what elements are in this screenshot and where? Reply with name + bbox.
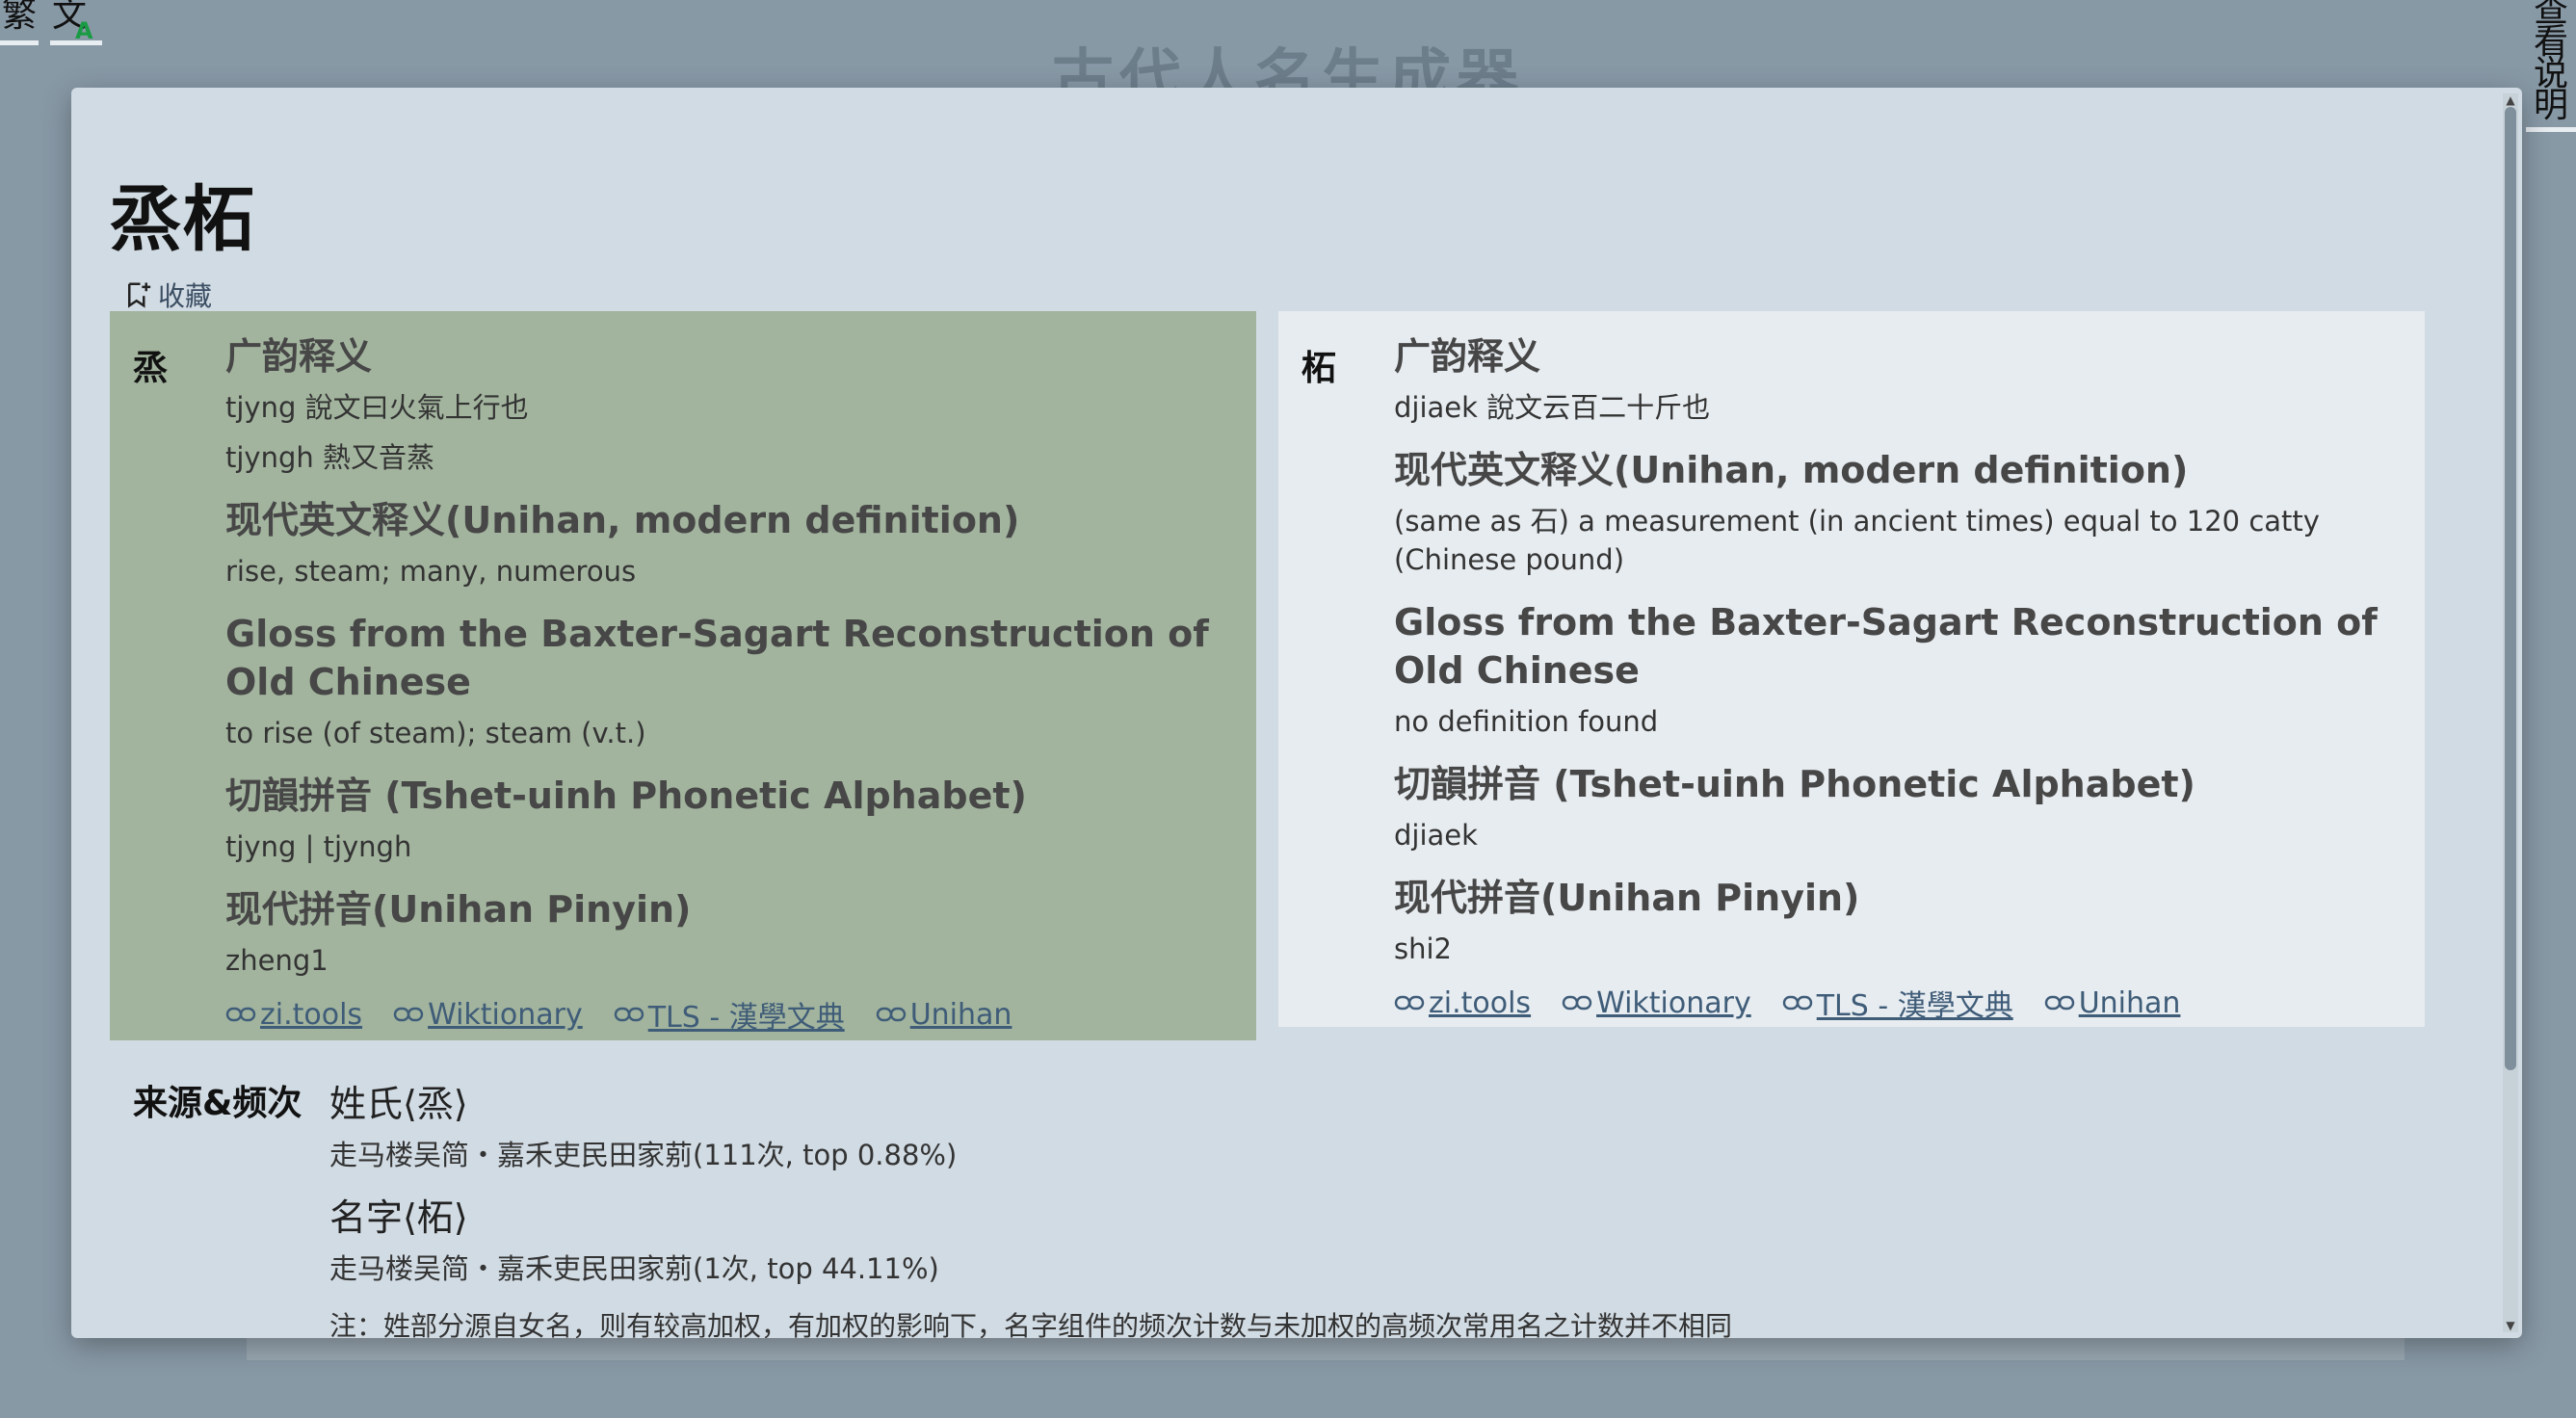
link-label: Unihan: [2078, 985, 2181, 1020]
given-name-source-line: 走马楼吴简・嘉禾吏民田家莂(1次, top 44.11%): [329, 1252, 939, 1285]
source-frequency-body: 姓氏⟨烝⟩ 走马楼吴简・嘉禾吏民田家莂(111次, top 0.88%) 名字⟨…: [329, 1080, 2256, 1338]
reference-links: zi.tools Wiktionary TLS - 漢學文典 Unihan: [225, 993, 1237, 1036]
link-tls[interactable]: TLS - 漢學文典: [1782, 982, 2013, 1024]
section-heading: 现代拼音(Unihan Pinyin): [1394, 877, 1860, 919]
scrollbar-thumb[interactable]: [2505, 107, 2516, 1070]
panel-character: 柘: [1301, 349, 1337, 388]
name-title: 烝柘: [110, 178, 256, 261]
link-zi-tools[interactable]: zi.tools: [1394, 982, 1531, 1024]
section-line: (same as 石) a measurement (in ancient ti…: [1394, 505, 2320, 576]
favorite-button[interactable]: 收藏: [123, 276, 212, 314]
section-line: zheng1: [225, 944, 329, 977]
section-line: tjyng | tjyngh: [225, 830, 412, 863]
bookmark-add-icon: [128, 282, 151, 308]
section-line: djiaek: [1394, 819, 1478, 852]
panel-character: 烝: [133, 349, 169, 388]
link-label: zi.tools: [1429, 985, 1532, 1020]
name-detail-modal: ▲ ▼ 烝柘 收藏 烝 广韵释义 tjyng 說文曰火氣上行也 tjyngh 熱…: [71, 88, 2522, 1338]
panel-body: 广韵释义 tjyng 說文曰火氣上行也 tjyngh 熱又音蒸 现代英文释义(U…: [225, 311, 1237, 1036]
link-icon: [2044, 995, 2074, 1011]
link-icon: [225, 1007, 256, 1022]
scroll-down-arrow-icon[interactable]: ▼: [2503, 1319, 2518, 1332]
section-line: rise, steam; many, numerous: [225, 555, 637, 588]
section-line: djiaek 說文云百二十斤也: [1394, 391, 1711, 424]
link-icon: [1394, 995, 1425, 1011]
character-panel-left: 烝 广韵释义 tjyng 說文曰火氣上行也 tjyngh 熱又音蒸 现代英文释义…: [110, 311, 1256, 1040]
link-label: Unihan: [909, 997, 1012, 1032]
section-heading: 切韻拼音 (Tshet-uinh Phonetic Alphabet): [1394, 763, 2195, 805]
link-unihan[interactable]: Unihan: [2044, 982, 2181, 1024]
help-char-4: 明: [2533, 86, 2568, 125]
character-panel-right: 柘 广韵释义 djiaek 說文云百二十斤也 现代英文释义(Unihan, mo…: [1278, 311, 2425, 1027]
reference-links: zi.tools Wiktionary TLS - 漢學文典 Unihan: [1394, 982, 2405, 1024]
view-instructions-button[interactable]: 查 看 说 明: [2526, 0, 2576, 132]
link-tls[interactable]: TLS - 漢學文典: [614, 993, 845, 1036]
panel-body: 广韵释义 djiaek 說文云百二十斤也 现代英文释义(Unihan, mode…: [1394, 311, 2405, 1024]
section-heading: 现代英文释义(Unihan, modern definition): [1394, 449, 2189, 491]
link-wiktionary[interactable]: Wiktionary: [1562, 982, 1751, 1024]
section-heading: 切韻拼音 (Tshet-uinh Phonetic Alphabet): [225, 775, 1027, 817]
link-unihan[interactable]: Unihan: [876, 993, 1012, 1036]
section-line: no definition found: [1394, 705, 1659, 738]
link-zi-tools[interactable]: zi.tools: [225, 993, 362, 1036]
section-line: to rise (of steam); steam (v.t.): [225, 717, 646, 749]
link-icon: [393, 1007, 424, 1022]
link-wiktionary[interactable]: Wiktionary: [393, 993, 583, 1036]
section-heading: 广韵释义: [225, 335, 373, 378]
surname-source-line: 走马楼吴简・嘉禾吏民田家莂(111次, top 0.88%): [329, 1139, 958, 1171]
section-heading: Gloss from the Baxter-Sagart Reconstruct…: [225, 613, 1209, 703]
link-label: Wiktionary: [428, 997, 583, 1032]
section-heading: 现代拼音(Unihan Pinyin): [225, 888, 692, 931]
weighting-note: 注：姓部分源自女名，则有较高加权，有加权的影响下，名字组件的频次计数与未加权的高…: [329, 1310, 1733, 1338]
link-label: zi.tools: [260, 997, 363, 1032]
surname-heading: 姓氏⟨烝⟩: [329, 1083, 468, 1125]
link-icon: [614, 1007, 644, 1022]
section-heading: 广韵释义: [1394, 335, 1541, 378]
section-heading: 现代英文释义(Unihan, modern definition): [225, 499, 1020, 541]
favorite-label: 收藏: [158, 280, 213, 312]
section-line: shi2: [1394, 932, 1452, 965]
link-label: TLS - 漢學文典: [647, 1001, 845, 1035]
scroll-up-arrow-icon[interactable]: ▲: [2503, 93, 2518, 107]
section-line: tjyngh 熱又音蒸: [225, 441, 434, 474]
link-icon: [1782, 995, 1812, 1011]
link-label: TLS - 漢學文典: [1816, 989, 2013, 1023]
given-name-heading: 名字⟨柘⟩: [329, 1196, 468, 1239]
link-icon: [1562, 995, 1592, 1011]
section-heading: Gloss from the Baxter-Sagart Reconstruct…: [1394, 601, 2378, 692]
link-icon: [876, 1007, 906, 1022]
section-line: tjyng 說文曰火氣上行也: [225, 391, 529, 424]
modal-scrollbar[interactable]: ▲ ▼: [2503, 93, 2518, 1332]
link-label: Wiktionary: [1596, 985, 1751, 1020]
source-frequency-label: 来源&频次: [133, 1084, 302, 1123]
